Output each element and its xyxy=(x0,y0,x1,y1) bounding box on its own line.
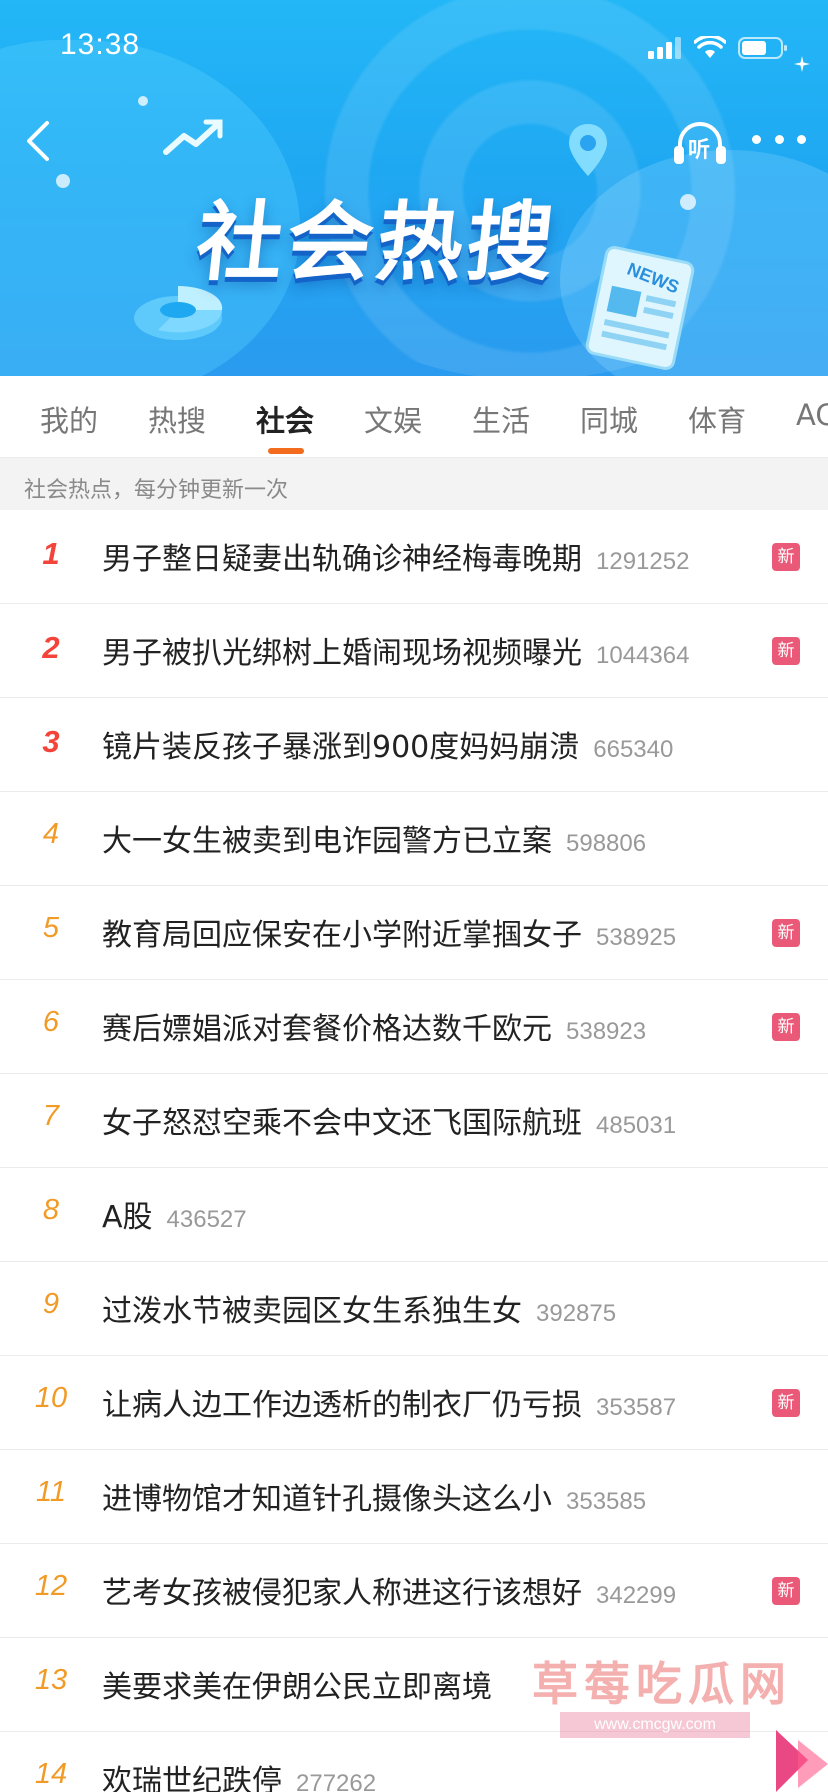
rank-number: 9 xyxy=(42,1288,60,1320)
item-count: 277262 xyxy=(296,1770,377,1792)
list-item[interactable]: 1 男子整日疑妻出轨确诊神经梅毒晚期 1291252 新 xyxy=(0,510,828,604)
list-item[interactable]: 10 让病人边工作边透析的制衣厂仍亏损 353587 新 xyxy=(0,1356,828,1450)
list-item[interactable]: 9 过泼水节被卖园区女生系独生女 392875 xyxy=(0,1262,828,1356)
rank-number: 5 xyxy=(42,912,60,944)
rank-number: 12 xyxy=(34,1570,68,1602)
tab-hot-search[interactable]: 热搜 xyxy=(148,398,206,440)
item-count: 538923 xyxy=(566,1018,647,1045)
wifi-icon xyxy=(694,36,726,58)
list-item[interactable]: 3 镜片装反孩子暴涨到900度妈妈崩溃 665340 xyxy=(0,698,828,792)
rank-number: 11 xyxy=(35,1476,67,1508)
hot-search-list: 1 男子整日疑妻出轨确诊神经梅毒晚期 1291252 新 2 男子被扒光绑树上婚闹… xyxy=(0,510,828,1792)
item-title: 美要求美在伊朗公民立即离境 xyxy=(102,1670,492,1705)
new-badge: 新 xyxy=(772,919,800,947)
item-count: 1044364 xyxy=(596,642,690,669)
rank-number: 7 xyxy=(42,1100,60,1132)
subheader: 社会热点，每分钟更新一次 xyxy=(0,458,828,510)
item-title: 艺考女孩被侵犯家人称进这行该想好 xyxy=(102,1576,582,1611)
item-count: 353585 xyxy=(566,1488,647,1515)
list-item[interactable]: 4 大一女生被卖到电诈园警方已立案 598806 xyxy=(0,792,828,886)
list-item[interactable]: 5 教育局回应保安在小学附近掌掴女子 538925 新 xyxy=(0,886,828,980)
rank-number: 4 xyxy=(42,818,60,850)
battery-icon xyxy=(738,37,787,59)
banner-dot xyxy=(680,194,696,210)
rank-number: 2 xyxy=(42,630,60,665)
more-dot-icon xyxy=(774,134,784,144)
item-title: 教育局回应保安在小学附近掌掴女子 xyxy=(102,918,582,953)
item-title: 男子整日疑妻出轨确诊神经梅毒晚期 xyxy=(102,542,582,577)
tab-local[interactable]: 同城 xyxy=(580,398,638,440)
list-item[interactable]: 8 A股 436527 xyxy=(0,1168,828,1262)
item-count: 598806 xyxy=(566,830,647,857)
listen-label: 听 xyxy=(688,138,711,163)
subheader-text: 社会热点，每分钟更新一次 xyxy=(24,478,289,503)
tab-entertainment[interactable]: 文娱 xyxy=(364,398,422,440)
new-badge: 新 xyxy=(772,1577,800,1605)
item-count: 538925 xyxy=(596,924,677,951)
item-title: 过泼水节被卖园区女生系独生女 xyxy=(102,1294,522,1329)
listen-button[interactable]: 听 xyxy=(672,118,728,168)
category-tabs: 我的 热搜 社会 文娱 生活 同城 体育 AC xyxy=(0,376,828,458)
new-badge: 新 xyxy=(772,543,800,571)
active-tab-indicator xyxy=(268,448,304,454)
banner-title: 社会热搜 xyxy=(191,193,563,293)
location-pin-icon xyxy=(569,124,607,176)
tab-sports[interactable]: 体育 xyxy=(688,398,746,440)
item-count: 665340 xyxy=(593,736,674,763)
more-button[interactable] xyxy=(752,124,806,154)
watermark-logo: 草莓吃瓜网 xyxy=(532,1657,792,1711)
rank-number: 13 xyxy=(34,1664,68,1696)
tab-more[interactable]: AC xyxy=(796,398,828,432)
item-title: A股 xyxy=(102,1200,153,1235)
item-count: 436527 xyxy=(166,1206,247,1233)
item-count: 392875 xyxy=(536,1300,617,1327)
item-title: 镜片装反孩子暴涨到900度妈妈崩溃 xyxy=(102,730,580,765)
item-title: 欢瑞世纪跌停 xyxy=(102,1764,282,1792)
signal-icon xyxy=(648,37,681,59)
item-count: 353587 xyxy=(596,1394,677,1421)
corner-decoration-icon xyxy=(776,1730,828,1792)
item-count: 485031 xyxy=(596,1112,677,1139)
item-title: 女子怒怼空乘不会中文还飞国际航班 xyxy=(102,1106,582,1141)
list-item[interactable]: 11 进博物馆才知道针孔摄像头这么小 353585 xyxy=(0,1450,828,1544)
tab-life[interactable]: 生活 xyxy=(472,398,530,440)
banner-dot xyxy=(56,174,70,188)
rank-number: 8 xyxy=(42,1194,60,1226)
list-item[interactable]: 14 欢瑞世纪跌停 277262 xyxy=(0,1732,828,1792)
rank-number: 3 xyxy=(42,724,60,759)
status-time: 13:38 xyxy=(60,28,141,61)
tab-society[interactable]: 社会 xyxy=(256,398,314,440)
rank-number: 10 xyxy=(34,1382,68,1414)
tab-mine[interactable]: 我的 xyxy=(40,398,98,440)
item-count: 342299 xyxy=(596,1582,677,1609)
sparkle-icon xyxy=(794,56,810,72)
banner-dot xyxy=(138,96,148,106)
list-item[interactable]: 2 男子被扒光绑树上婚闹现场视频曝光 1044364 新 xyxy=(0,604,828,698)
back-button[interactable] xyxy=(18,116,58,166)
new-badge: 新 xyxy=(772,1013,800,1041)
rank-number: 1 xyxy=(42,536,60,571)
item-title: 进博物馆才知道针孔摄像头这么小 xyxy=(102,1482,552,1517)
list-item[interactable]: 6 赛后嫖娼派对套餐价格达数千欧元 538923 新 xyxy=(0,980,828,1074)
list-item[interactable]: 7 女子怒怼空乘不会中文还飞国际航班 485031 xyxy=(0,1074,828,1168)
more-dot-icon xyxy=(752,134,761,144)
item-count: 1291252 xyxy=(596,548,690,575)
rank-number: 14 xyxy=(34,1758,68,1790)
more-dot-icon xyxy=(797,134,806,144)
new-badge: 新 xyxy=(772,637,800,665)
status-icons xyxy=(648,36,788,60)
list-item[interactable]: 12 艺考女孩被侵犯家人称进这行该想好 342299 新 xyxy=(0,1544,828,1638)
watermark-url: www.cmcgw.com xyxy=(560,1712,750,1738)
item-title: 大一女生被卖到电诈园警方已立案 xyxy=(102,824,552,859)
header-banner: 13:38 听 社会热搜 NEWS xyxy=(0,0,828,376)
item-title: 男子被扒光绑树上婚闹现场视频曝光 xyxy=(102,636,582,671)
item-title: 让病人边工作边透析的制衣厂仍亏损 xyxy=(102,1388,582,1423)
trend-chart-icon xyxy=(163,119,223,155)
item-title: 赛后嫖娼派对套餐价格达数千欧元 xyxy=(102,1012,552,1047)
chevron-left-icon xyxy=(27,121,49,161)
rank-number: 6 xyxy=(42,1006,60,1038)
new-badge: 新 xyxy=(772,1389,800,1417)
